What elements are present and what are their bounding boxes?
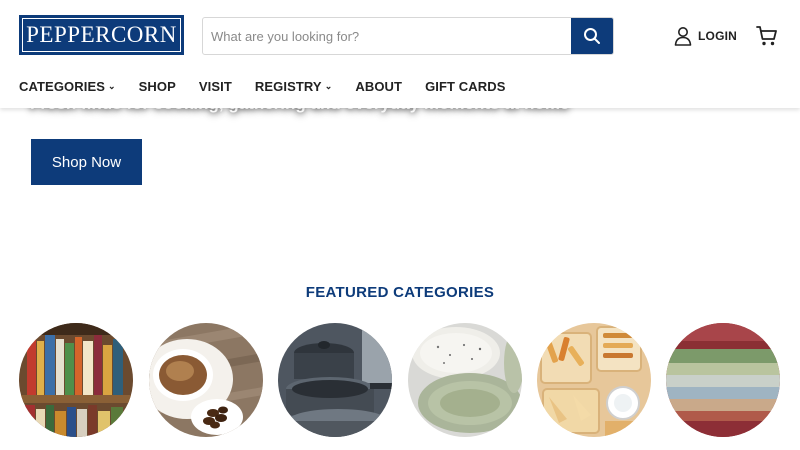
nav-item-categories[interactable]: CATEGORIES ⌄: [19, 79, 116, 94]
login-link[interactable]: LOGIN: [674, 25, 737, 47]
category-coffee[interactable]: [149, 323, 263, 437]
books-image: [19, 323, 133, 437]
nav-label: REGISTRY: [254, 78, 322, 94]
logo[interactable]: PEPPERCORN: [19, 15, 184, 55]
cart-button[interactable]: [755, 25, 779, 47]
logo-text: PEPPERCORN: [26, 22, 177, 47]
pasta-image: [537, 323, 651, 437]
search-bar: [202, 17, 614, 55]
cart-icon: [756, 26, 777, 46]
category-linens[interactable]: [666, 323, 780, 437]
search-icon: [584, 28, 600, 44]
nav-item-registry[interactable]: REGISTRY ⌄: [255, 79, 332, 94]
user-icon: [674, 27, 692, 46]
category-dinnerware[interactable]: [408, 323, 522, 437]
nav-label: GIFT CARDS: [425, 78, 506, 94]
cookware-image: [278, 323, 392, 437]
featured-categories-heading: FEATURED CATEGORIES: [305, 284, 495, 301]
site-header: PEPPERCORN LOGIN CATEGORIES ⌄ SHO: [0, 0, 800, 108]
nav-item-gift-cards[interactable]: GIFT CARDS: [425, 79, 505, 94]
search-input[interactable]: [203, 18, 571, 54]
coffee-image: [149, 323, 263, 437]
category-cookware[interactable]: [278, 323, 392, 437]
striped-linens-image: [666, 323, 780, 437]
chevron-down-icon: ⌄: [324, 80, 333, 91]
main-nav: CATEGORIES ⌄ SHOP VISIT REGISTRY ⌄ ABOUT…: [19, 76, 529, 96]
ceramic-plates-image: [408, 323, 522, 437]
category-pantry[interactable]: [537, 323, 651, 437]
nav-label: ABOUT: [355, 78, 403, 94]
chevron-down-icon: ⌄: [108, 80, 116, 91]
nav-item-shop[interactable]: SHOP: [139, 79, 176, 94]
nav-label: VISIT: [198, 78, 232, 94]
nav-item-about[interactable]: ABOUT: [355, 79, 402, 94]
category-books[interactable]: [19, 323, 133, 437]
login-label: LOGIN: [698, 29, 737, 43]
shop-now-button[interactable]: Shop Now: [31, 139, 142, 185]
nav-label: SHOP: [138, 78, 176, 94]
nav-label: CATEGORIES: [19, 78, 105, 94]
search-button[interactable]: [571, 18, 613, 54]
nav-item-visit[interactable]: VISIT: [199, 79, 232, 94]
